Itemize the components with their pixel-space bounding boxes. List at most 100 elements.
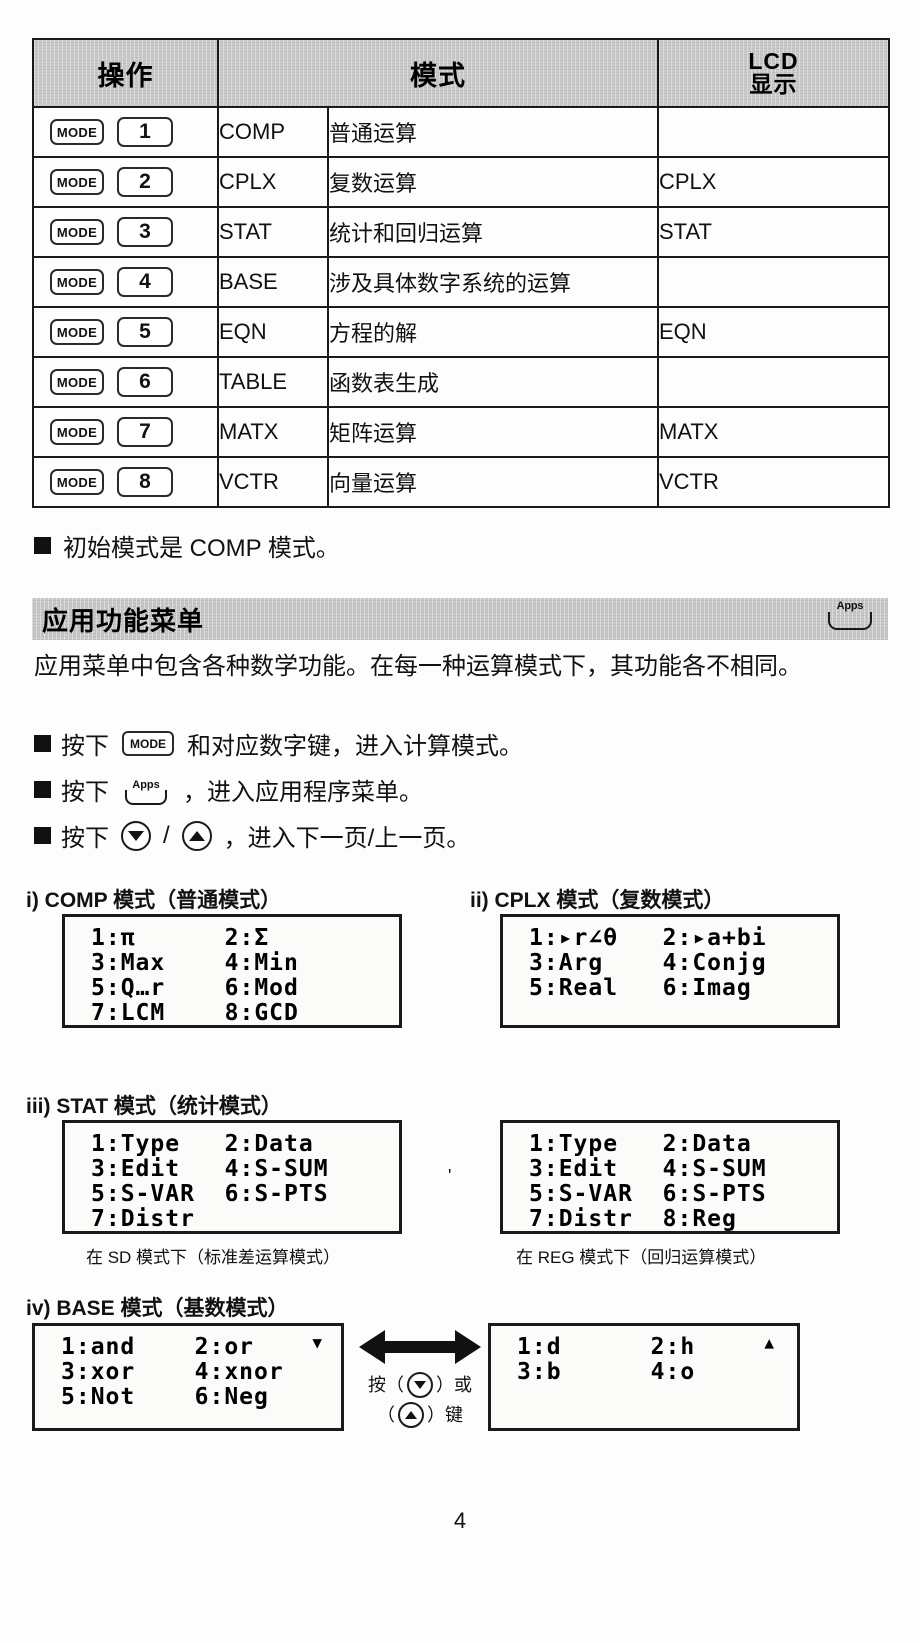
table-row: MODE 8 VCTR 向量运算 VCTR <box>32 456 890 508</box>
cell-operation: MODE 2 <box>32 156 219 208</box>
table-row: MODE 6 TABLE 函数表生成 <box>32 356 890 408</box>
section-title: 应用功能菜单 <box>42 605 205 636</box>
square-bullet-icon <box>34 537 51 554</box>
cell-operation: MODE 1 <box>32 106 219 158</box>
cell-mode-desc: 普通运算 <box>327 106 659 158</box>
manual-page: 操作 模式 LCD 显示 MODE 1 COMP 普通运算 MODE 2 CPL… <box>0 0 920 1643</box>
mode-table: 操作 模式 LCD 显示 MODE 1 COMP 普通运算 MODE 2 CPL… <box>32 38 890 508</box>
cell-operation: MODE 5 <box>32 306 219 358</box>
cell-operation: MODE 4 <box>32 256 219 308</box>
mode-key-icon: MODE <box>50 169 104 195</box>
cell-mode-desc: 方程的解 <box>327 306 659 358</box>
swap-text-line2: （ ）键 <box>356 1400 484 1430</box>
cell-mode-desc: 复数运算 <box>327 156 659 208</box>
cell-operation: MODE 6 <box>32 356 219 408</box>
number-key-icon: 1 <box>117 117 173 147</box>
bullet-item-page-keys: 按下 / ，进入下一页/上一页。 <box>34 818 470 853</box>
arrow-down-key-icon <box>407 1372 433 1398</box>
number-key-icon: 2 <box>117 167 173 197</box>
caption-stat-sd: 在 SD 模式下（标准差运算模式） <box>86 1248 341 1267</box>
cell-mode-desc: 向量运算 <box>327 456 659 508</box>
example-label-comp: i) COMP 模式（普通模式） <box>26 889 282 912</box>
example-label-stat: iii) STAT 模式（统计模式） <box>26 1095 282 1118</box>
table-row: MODE 5 EQN 方程的解 EQN <box>32 306 890 358</box>
cell-mode-abbr: CPLX <box>217 156 329 208</box>
arrow-up-key-icon <box>181 820 212 851</box>
lcd-screen-base-page2: ▲ 1:d 2:h 3:b 4:o <box>488 1323 800 1431</box>
lcd-line: 5:Not 6:Neg <box>61 1384 269 1410</box>
mode-key-icon: MODE <box>122 731 174 756</box>
lcd-head-line2: 显示 <box>749 71 798 97</box>
apps-key-label: Apps <box>836 600 864 612</box>
mode-key-icon: MODE <box>50 369 104 395</box>
cell-mode-abbr: TABLE <box>217 356 329 408</box>
lcd-line: 5:S-VAR 6:S-PTS <box>529 1181 767 1207</box>
cell-operation: MODE 3 <box>32 206 219 258</box>
column-header-operation: 操作 <box>32 38 219 108</box>
cell-mode-abbr: COMP <box>217 106 329 158</box>
arrow-up-key-icon <box>398 1402 424 1428</box>
number-key-icon: 7 <box>117 417 173 447</box>
decorative-dot: ' <box>448 1166 452 1186</box>
square-bullet-icon <box>34 781 51 798</box>
table-row: MODE 7 MATX 矩阵运算 MATX <box>32 406 890 458</box>
lcd-line: 5:Q…r 6:Mod <box>91 975 299 1001</box>
note-text: 初始模式是 COMP 模式。 <box>63 535 340 562</box>
lcd-line: 3:Arg 4:Conjg <box>529 950 767 976</box>
mode-key-icon: MODE <box>50 419 104 445</box>
cell-lcd-indicator: VCTR <box>657 456 890 508</box>
lcd-line: 7:LCM 8:GCD <box>91 1000 299 1026</box>
example-label-cplx: ii) CPLX 模式（复数模式） <box>470 889 725 912</box>
cell-mode-abbr: MATX <box>217 406 329 458</box>
lcd-line: 1:Type 2:Data <box>529 1131 752 1157</box>
square-bullet-icon <box>34 827 51 844</box>
lcd-line: 5:S-VAR 6:S-PTS <box>91 1181 329 1207</box>
lcd-line: 7:Distr <box>91 1206 195 1232</box>
number-key-icon: 6 <box>117 367 173 397</box>
bullet-item-apps-key: 按下 Apps ，进入应用程序菜单。 <box>34 772 423 807</box>
cell-mode-desc: 函数表生成 <box>327 356 659 408</box>
lcd-line: 3:Edit 4:S-SUM <box>91 1156 329 1182</box>
table-header-row: 操作 模式 LCD 显示 <box>32 38 890 108</box>
swap-text-pre: 按（ <box>368 1375 404 1395</box>
apps-key-shape <box>125 790 167 805</box>
cell-operation: MODE 7 <box>32 406 219 458</box>
mode-key-icon: MODE <box>50 319 104 345</box>
lcd-line: 3:xor 4:xnor <box>61 1359 284 1385</box>
bullet-text-pre: 按下 <box>61 825 109 852</box>
cell-lcd-indicator: CPLX <box>657 156 890 208</box>
lcd-line: 1:d 2:h <box>517 1334 696 1360</box>
cell-mode-abbr: EQN <box>217 306 329 358</box>
double-arrow-icon <box>359 1330 481 1364</box>
square-bullet-icon <box>34 735 51 752</box>
lcd-line: 1:▸r∠θ 2:▸a+bi <box>529 925 767 951</box>
lcd-line: 5:Real 6:Imag <box>529 975 752 1001</box>
bullet-text-post: 和对应数字键，进入计算模式。 <box>187 733 523 760</box>
table-row: MODE 2 CPLX 复数运算 CPLX <box>32 156 890 208</box>
lcd-screen-stat-reg: 1:Type 2:Data 3:Edit 4:S-SUM 5:S-VAR 6:S… <box>500 1120 840 1234</box>
scroll-up-marker-icon: ▲ <box>764 1333 775 1352</box>
cell-mode-abbr: STAT <box>217 206 329 258</box>
lcd-line: 1:π 2:Σ <box>91 925 270 951</box>
table-body: MODE 1 COMP 普通运算 MODE 2 CPLX 复数运算 CPLX M… <box>32 106 890 508</box>
cell-lcd-indicator <box>657 106 890 158</box>
number-key-icon: 4 <box>117 267 173 297</box>
swap-text-post2: ）键 <box>427 1405 463 1425</box>
lcd-head-line1: LCD <box>748 47 799 74</box>
lcd-line: 7:Distr 8:Reg <box>529 1206 737 1232</box>
bullet-text-pre: 按下 <box>61 733 109 760</box>
lcd-line: 1:and 2:or <box>61 1334 255 1360</box>
apps-key-label: Apps <box>132 779 160 791</box>
cell-lcd-indicator <box>657 356 890 408</box>
apps-key-icon: Apps <box>122 780 170 805</box>
lcd-screen-cplx: 1:▸r∠θ 2:▸a+bi 3:Arg 4:Conjg 5:Real 6:Im… <box>500 914 840 1028</box>
lcd-screen-base-page1: ▼ 1:and 2:or 3:xor 4:xnor 5:Not 6:Neg <box>32 1323 344 1431</box>
cell-lcd-indicator: STAT <box>657 206 890 258</box>
cell-mode-desc: 矩阵运算 <box>327 406 659 458</box>
cell-mode-desc: 涉及具体数字系统的运算 <box>327 256 659 308</box>
swap-text-pre2: （ <box>377 1405 395 1425</box>
mode-key-icon: MODE <box>50 269 104 295</box>
table-row: MODE 4 BASE 涉及具体数字系统的运算 <box>32 256 890 308</box>
table-row: MODE 1 COMP 普通运算 <box>32 106 890 158</box>
mode-key-icon: MODE <box>50 119 104 145</box>
